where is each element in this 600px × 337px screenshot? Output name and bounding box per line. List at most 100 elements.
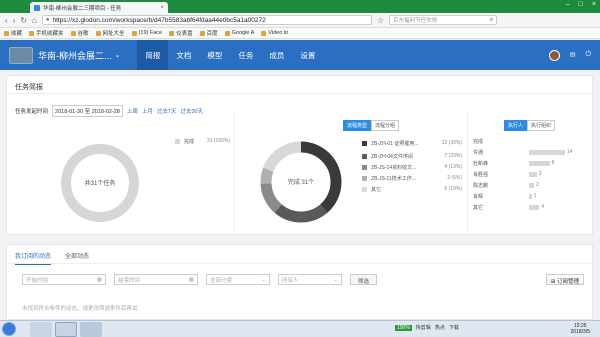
legend-swatch	[175, 139, 180, 144]
date-label: 任务发起时间	[15, 109, 49, 115]
back-icon[interactable]: ‹	[5, 16, 8, 25]
filter-button[interactable]: 筛选	[350, 274, 378, 285]
star-icon[interactable]: ☆	[377, 16, 384, 25]
percent-badge: 100%	[395, 324, 412, 331]
quick-link-last-month[interactable]: 上月	[142, 107, 153, 115]
start-button[interactable]	[2, 322, 16, 336]
tab-executor[interactable]: 执行人	[504, 120, 528, 131]
bookmark-item[interactable]: 仪表盘	[169, 29, 193, 37]
project-logo[interactable]	[9, 46, 33, 64]
tab-flow-type[interactable]: 流程类型	[343, 120, 372, 131]
bar	[529, 183, 535, 188]
bookmark-icon	[95, 30, 101, 36]
bar-chart-header: 完成	[473, 139, 484, 145]
tab-flow-group[interactable]: 流程分组	[371, 120, 400, 131]
browser-tab[interactable]: 华南-柳州会展二三期项目 - 任务 ×	[30, 2, 168, 13]
nav-members[interactable]: 成员	[261, 40, 292, 70]
nav-briefing[interactable]: 简报	[137, 40, 169, 70]
reload-icon[interactable]: ↻	[20, 16, 27, 25]
tray-item[interactable]: 热点	[435, 324, 445, 331]
legend-value: 31 (100%)	[206, 138, 230, 144]
briefing-card: 任务简报 任务发起时间 2018-01-30 至 2018-02-28 上周 上…	[6, 75, 593, 235]
home-icon[interactable]: ⌂	[32, 16, 37, 25]
nav-settings[interactable]: 设置	[292, 40, 323, 70]
tab-favicon-icon	[34, 4, 40, 11]
bar	[529, 161, 550, 166]
bookmark-item[interactable]: 谷歌	[70, 29, 89, 37]
legend-item: ZB-JS-14资料收文...	[362, 164, 416, 171]
subscribe-manage-button[interactable]: ⊞ 订阅管理	[545, 274, 584, 285]
bookmark-item[interactable]: 百度	[199, 29, 218, 37]
category-select[interactable]: 全部分类 ⌄	[206, 274, 270, 285]
column-divider	[234, 113, 235, 231]
taskbar-app-folder[interactable]	[30, 322, 52, 337]
bookmark-icon	[131, 30, 137, 36]
bookmark-icon	[224, 30, 230, 36]
minimize-icon[interactable]: –	[566, 1, 570, 8]
project-name[interactable]: 华南-柳州会展二...	[38, 49, 112, 62]
activity-filters: 开始时间 ▦ 结束时间 ▦ 全部分类 ⌄ 所有人 ⌄ 筛选	[22, 274, 378, 285]
clock: 15:25 2018/3/5	[571, 323, 590, 335]
legend-value: 2 (6%)	[447, 175, 462, 181]
header-actions: ✉ ⏻	[548, 49, 591, 61]
bar	[529, 205, 540, 210]
bookmark-item[interactable]: 手机收藏夹	[29, 29, 64, 37]
address-bar: ‹ › ↻ ⌂ ● https://xz.glodon.com/workspac…	[0, 13, 600, 28]
owner-select[interactable]: 所有人 ⌄	[278, 274, 342, 285]
legend-value: 7 (23%)	[444, 153, 462, 159]
power-icon[interactable]: ⏻	[585, 51, 591, 59]
quick-link-30days[interactable]: 过去30天	[180, 107, 203, 115]
end-time-input[interactable]: 结束时间 ▦	[114, 274, 198, 285]
close-window-icon[interactable]: ×	[592, 1, 596, 8]
nav-documents[interactable]: 文档	[168, 40, 199, 70]
app-header: 华南-柳州会展二... ⌄ 简报 文档 模型 任务 成员 设置 ✉ ⏻	[0, 40, 600, 70]
window-controls: – □ ×	[566, 1, 596, 8]
legend-item: ZB-JS-11技术工作...	[362, 175, 416, 182]
system-tray: 100% 快剪辑 热点 下载	[395, 324, 459, 331]
bar-label: 陈志鹏	[473, 183, 489, 189]
nav-tasks[interactable]: 任务	[230, 40, 261, 70]
bookmark-item[interactable]: 收藏	[4, 29, 22, 37]
chevron-down-icon[interactable]: ⌄	[115, 51, 121, 59]
bookmark-item[interactable]: Video to	[261, 30, 288, 36]
bookmark-item[interactable]: Google A	[224, 30, 254, 36]
empty-hint: 未找到符合条件的动态，请更改筛选条件后再试	[22, 306, 138, 312]
donut-center-label: 共31个任务	[85, 179, 116, 187]
bookmark-item[interactable]: (19) Face	[131, 30, 162, 36]
legend-swatch	[362, 141, 367, 146]
date-range-select[interactable]: 2018-01-30 至 2018-02-28	[52, 105, 123, 117]
tab-executor-org[interactable]: 执行组织	[527, 120, 556, 131]
close-icon[interactable]: ×	[160, 5, 164, 11]
type-donut: 完成 31个	[260, 141, 342, 223]
bookmark-icon	[70, 30, 76, 36]
bar	[529, 172, 537, 177]
quick-link-last-week[interactable]: 上周	[127, 107, 138, 115]
bookmark-item[interactable]: 网址大全	[95, 29, 125, 37]
bar-label: 杜新峰	[473, 161, 489, 167]
start-time-input[interactable]: 开始时间 ▦	[22, 274, 106, 285]
bookmark-icon	[261, 30, 267, 36]
calendar-icon: ▦	[188, 276, 194, 283]
taskbar-app-browser[interactable]	[55, 322, 77, 337]
tab-title: 华南-柳州会展二三期项目 - 任务	[43, 5, 122, 12]
avatar[interactable]	[548, 49, 560, 61]
browser-search-input[interactable]: 京东福利节任你领 ⌕	[389, 15, 498, 25]
legend-item: 其它	[362, 186, 381, 193]
bookmark-icon	[199, 30, 205, 36]
quick-link-7days[interactable]: 过去7天	[157, 107, 177, 115]
nav-models[interactable]: 模型	[199, 40, 230, 70]
divider	[7, 263, 592, 264]
maximize-icon[interactable]: □	[579, 1, 583, 8]
message-icon[interactable]: ✉	[570, 51, 576, 59]
forward-icon[interactable]: ›	[13, 16, 16, 25]
taskbar-app-media[interactable]	[80, 322, 102, 337]
url-input[interactable]: ● https://xz.glodon.com/workspace/b/d47b…	[41, 15, 372, 25]
tray-item[interactable]: 下载	[449, 324, 459, 331]
legend-swatch	[362, 165, 367, 170]
divider	[7, 93, 592, 94]
bar-value: 3	[538, 171, 542, 177]
chevron-down-icon: ⌄	[261, 276, 266, 283]
tray-item[interactable]: 快剪辑	[416, 324, 431, 331]
bookmark-icon	[4, 30, 9, 36]
search-icon[interactable]: ⌕	[490, 17, 493, 24]
